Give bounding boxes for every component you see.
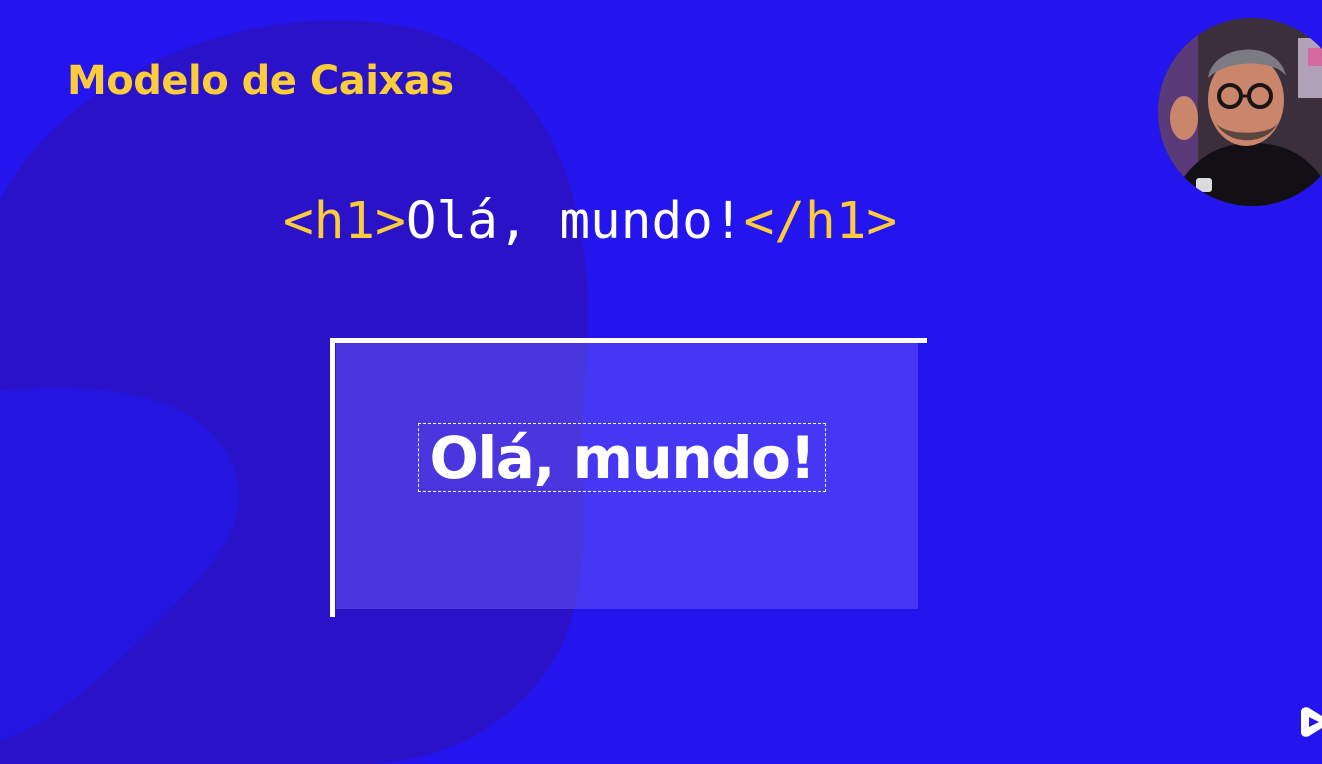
code-snippet: <h1>Olá, mundo!</h1> xyxy=(283,190,897,254)
close-tag: </h1> xyxy=(743,192,898,251)
code-content: Olá, mundo! xyxy=(405,192,744,251)
open-tag: <h1> xyxy=(283,192,406,251)
box-border-left xyxy=(330,338,335,617)
slide: Modelo de Caixas <h1>Olá, mundo!</h1> Ol… xyxy=(0,0,1322,764)
box-border-top xyxy=(330,338,927,343)
rendered-heading: Olá, mundo! xyxy=(429,423,816,492)
slide-title: Modelo de Caixas xyxy=(67,58,454,104)
play-logo-icon xyxy=(1301,707,1322,737)
content-box: Olá, mundo! xyxy=(418,423,826,492)
